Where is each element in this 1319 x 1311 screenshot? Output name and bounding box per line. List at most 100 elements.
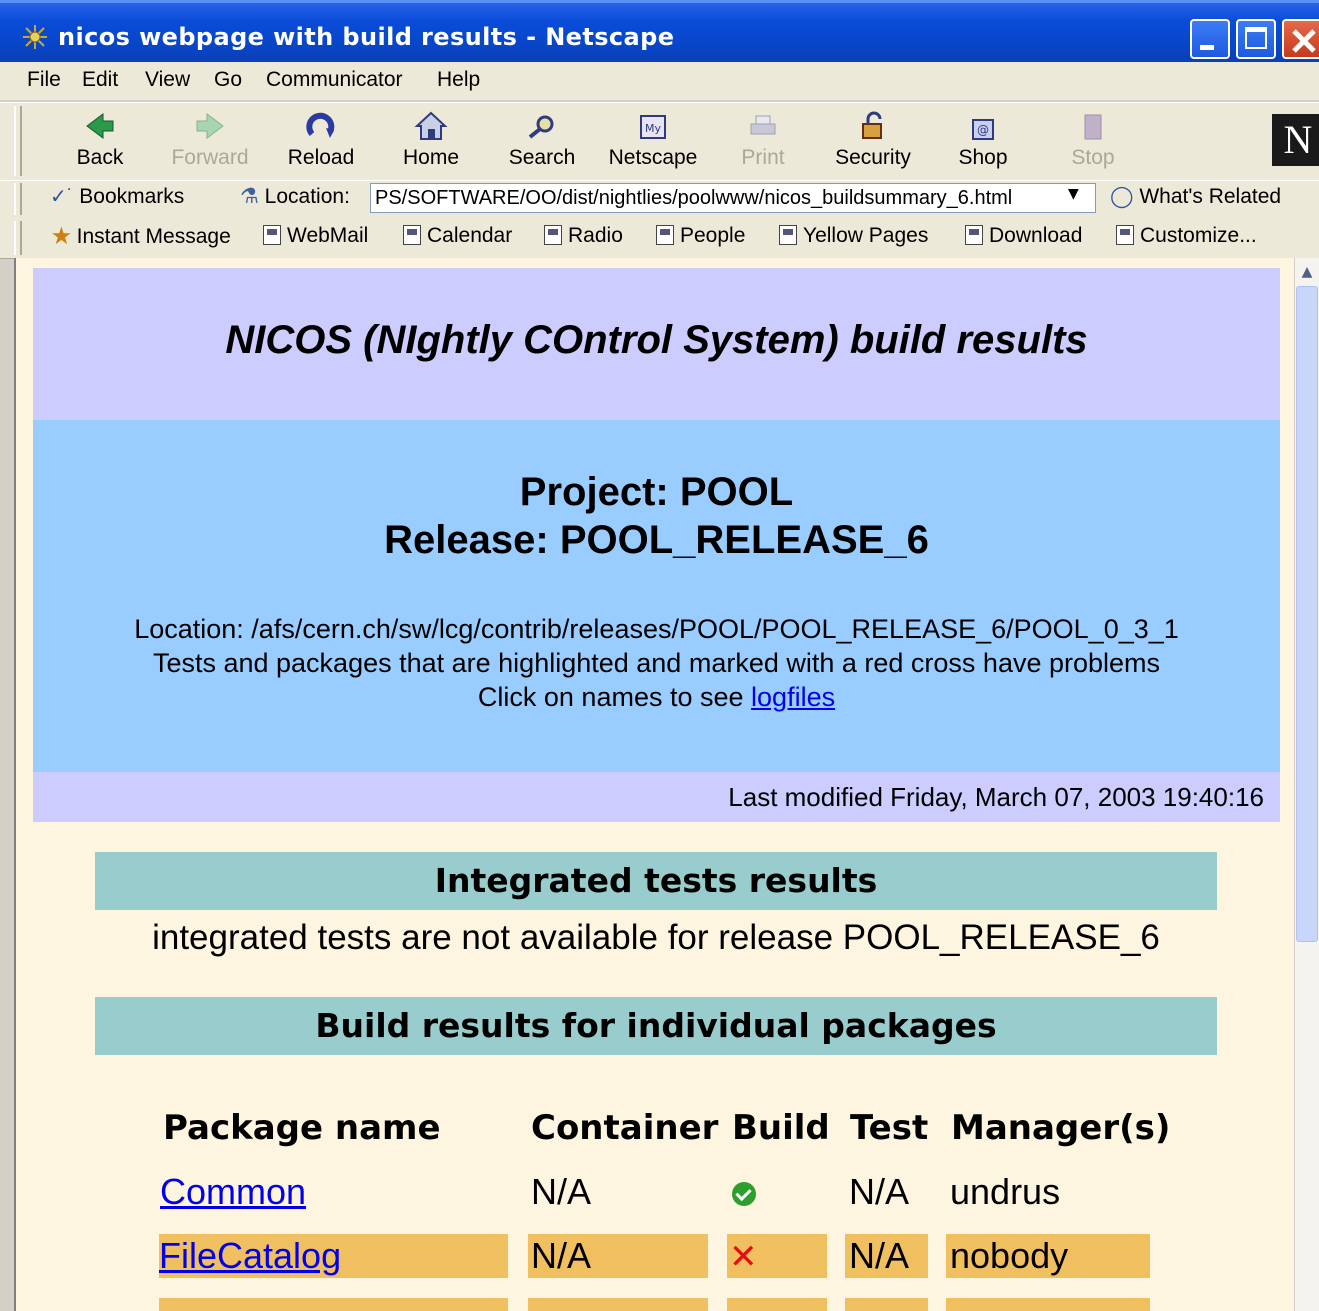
table-cell-container: N/A bbox=[528, 1234, 708, 1278]
print-button[interactable]: Print bbox=[708, 110, 818, 170]
security-button[interactable]: Security bbox=[818, 110, 928, 170]
bookmark-page-icon bbox=[965, 225, 983, 245]
build-fail-icon: ✕ bbox=[729, 1237, 758, 1277]
whats-related-button[interactable]: ◯ What's Related bbox=[1110, 184, 1281, 209]
logfiles-link[interactable]: logfiles bbox=[751, 682, 835, 712]
table-cell-manager: undrus bbox=[950, 1171, 1061, 1212]
package-link-common[interactable]: Common bbox=[160, 1171, 306, 1212]
menu-help[interactable]: Help bbox=[437, 68, 480, 92]
bookmark-page-icon bbox=[779, 225, 797, 245]
forward-arrow-icon bbox=[196, 113, 224, 139]
build-results-header: Build results for individual packages bbox=[95, 997, 1217, 1055]
personal-webmail[interactable]: WebMail bbox=[263, 224, 368, 248]
table-cell-test: N/A bbox=[849, 1171, 910, 1212]
release-location: Location: /afs/cern.ch/sw/lcg/contrib/re… bbox=[134, 614, 1179, 644]
personal-instant-message[interactable]: ★ Instant Message bbox=[52, 224, 231, 249]
table-cell-container: N/A bbox=[531, 1171, 592, 1212]
home-icon bbox=[414, 111, 448, 140]
column-header-package: Package name bbox=[163, 1108, 441, 1148]
location-toolbar-grip[interactable] bbox=[14, 183, 22, 215]
table-cell-build: ✕ bbox=[727, 1234, 827, 1278]
personal-customize[interactable]: Customize... bbox=[1116, 224, 1257, 248]
personal-yellow-pages[interactable]: Yellow Pages bbox=[779, 224, 928, 248]
table-row-partial bbox=[727, 1298, 827, 1311]
table-cell-build bbox=[728, 1170, 756, 1214]
reload-button[interactable]: Reload bbox=[266, 110, 376, 170]
back-button[interactable]: Back bbox=[45, 110, 155, 170]
column-header-managers: Manager(s) bbox=[951, 1108, 1171, 1148]
forward-button[interactable]: Forward bbox=[155, 110, 265, 170]
bookmark-page-icon bbox=[403, 225, 421, 245]
bookmark-page-icon bbox=[1116, 225, 1134, 245]
window-title: nicos webpage with build results - Netsc… bbox=[58, 23, 675, 51]
reload-icon bbox=[306, 112, 335, 138]
stop-button[interactable]: Stop bbox=[1038, 110, 1148, 170]
location-url-field[interactable]: PS/SOFTWARE/OO/dist/nightlies/poolwww/ni… bbox=[370, 183, 1096, 213]
instant-message-person-icon: ★ bbox=[52, 225, 71, 248]
toolbar-grip[interactable] bbox=[14, 106, 22, 176]
svg-text:My: My bbox=[645, 122, 661, 135]
column-header-build: Build bbox=[732, 1108, 830, 1148]
menu-communicator[interactable]: Communicator bbox=[266, 68, 403, 92]
bookmarks-icon: ✓˙ bbox=[50, 186, 74, 208]
home-button[interactable]: Home bbox=[376, 110, 486, 170]
netscape-button[interactable]: My Netscape bbox=[598, 110, 708, 170]
last-modified-text: Last modified Friday, March 07, 2003 19:… bbox=[728, 782, 1264, 812]
maximize-button[interactable] bbox=[1236, 19, 1276, 59]
column-header-test: Test bbox=[850, 1108, 929, 1148]
stop-icon bbox=[1084, 114, 1102, 140]
project-heading: Project: POOL bbox=[519, 470, 794, 514]
minimize-icon bbox=[1200, 45, 1214, 50]
minimize-button[interactable] bbox=[1190, 19, 1230, 59]
table-cell-test: N/A bbox=[845, 1234, 928, 1278]
netscape-logo[interactable]: N bbox=[1272, 114, 1319, 166]
back-arrow-icon bbox=[86, 113, 114, 139]
title-bar: nicos webpage with build results - Netsc… bbox=[0, 0, 1319, 62]
personal-download[interactable]: Download bbox=[965, 224, 1082, 248]
scroll-up-icon[interactable]: ▲ bbox=[1296, 260, 1318, 284]
close-icon bbox=[1292, 29, 1316, 53]
page-proxy-icon[interactable]: ⚗ bbox=[240, 185, 259, 208]
release-info-panel: Project: POOL Release: POOL_RELEASE_6 Lo… bbox=[33, 420, 1280, 772]
menu-go[interactable]: Go bbox=[214, 68, 242, 92]
integrated-tests-message: integrated tests are not available for r… bbox=[152, 918, 1160, 957]
scrollbar-thumb[interactable] bbox=[1296, 286, 1318, 942]
bookmark-page-icon bbox=[263, 225, 281, 245]
build-ok-icon bbox=[732, 1182, 756, 1207]
last-modified-bar: Last modified Friday, March 07, 2003 19:… bbox=[33, 772, 1280, 822]
menu-bar bbox=[0, 62, 1319, 100]
chevron-down-icon[interactable]: ▼ bbox=[1068, 186, 1079, 202]
whats-related-icon: ◯ bbox=[1110, 185, 1134, 208]
browser-window: nicos webpage with build results - Netsc… bbox=[0, 0, 1319, 1311]
printer-icon bbox=[750, 115, 776, 135]
bookmarks-button[interactable]: ✓˙ Bookmarks bbox=[50, 184, 184, 209]
location-label: ⚗ Location: bbox=[240, 185, 350, 208]
table-row-partial bbox=[528, 1298, 708, 1311]
table-row-partial bbox=[845, 1298, 928, 1311]
table-row-partial bbox=[159, 1298, 508, 1311]
bookmark-page-icon bbox=[656, 225, 674, 245]
personal-toolbar-grip[interactable] bbox=[14, 221, 22, 255]
integrated-tests-header: Integrated tests results bbox=[95, 852, 1217, 910]
personal-people[interactable]: People bbox=[656, 224, 745, 248]
release-heading: Release: POOL_RELEASE_6 bbox=[384, 518, 929, 562]
menu-view[interactable]: View bbox=[145, 68, 190, 92]
problem-note: Tests and packages that are highlighted … bbox=[152, 648, 1161, 678]
table-row-partial bbox=[946, 1298, 1150, 1311]
search-button[interactable]: Search bbox=[487, 110, 597, 170]
personal-calendar[interactable]: Calendar bbox=[403, 224, 512, 248]
logfiles-hint: Click on names to see logfiles bbox=[477, 682, 836, 712]
shop-button[interactable]: @ Shop bbox=[928, 110, 1038, 170]
personal-radio[interactable]: Radio bbox=[544, 224, 623, 248]
table-cell-manager: nobody bbox=[946, 1234, 1150, 1278]
title-banner: NICOS (NIghtly COntrol System) build res… bbox=[33, 268, 1280, 420]
bookmark-page-icon bbox=[544, 225, 562, 245]
page-title: NICOS (NIghtly COntrol System) build res… bbox=[225, 318, 1088, 362]
menu-edit[interactable]: Edit bbox=[82, 68, 118, 92]
package-link-filecatalog[interactable]: FileCatalog bbox=[159, 1235, 341, 1276]
table-row-package-name: Common bbox=[160, 1170, 306, 1214]
maximize-icon bbox=[1245, 27, 1267, 49]
padlock-icon bbox=[862, 111, 882, 139]
menu-file[interactable]: File bbox=[27, 68, 61, 92]
close-button[interactable] bbox=[1282, 19, 1319, 59]
